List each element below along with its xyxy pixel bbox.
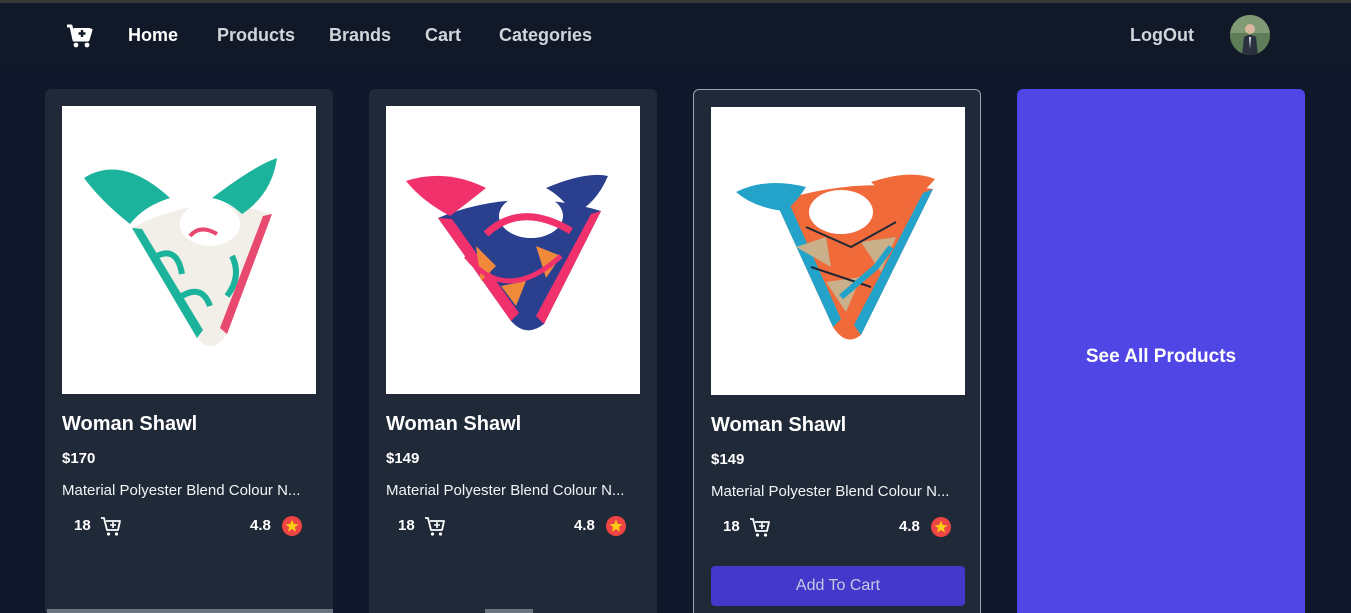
logout-link[interactable]: LogOut (1130, 25, 1194, 46)
product-count: 18 (723, 518, 740, 535)
scarf-image (84, 158, 277, 347)
product-title[interactable]: Woman Shawl (62, 413, 197, 436)
nav-link-home[interactable]: Home (128, 25, 178, 46)
product-rating: 4.8 (899, 518, 920, 535)
product-price: $149 (711, 451, 745, 468)
star-icon (606, 516, 626, 536)
cart-plus-icon[interactable] (66, 23, 94, 49)
nav-link-cart[interactable]: Cart (425, 25, 461, 46)
scarf-image (736, 174, 935, 340)
nav-link-brands[interactable]: Brands (329, 25, 391, 46)
scrollbar-thumb[interactable] (485, 609, 533, 613)
product-card[interactable]: Woman Shawl $149 Material Polyester Blen… (369, 89, 657, 613)
product-title[interactable]: Woman Shawl (386, 413, 521, 436)
product-card[interactable]: Woman Shawl $170 Material Polyester Blen… (45, 89, 333, 613)
cart-icon[interactable] (100, 515, 122, 537)
product-rating: 4.8 (574, 517, 595, 534)
see-all-products-label: See All Products (1085, 346, 1237, 367)
product-image[interactable] (62, 106, 316, 394)
product-description: Material Polyester Blend Colour N... (711, 483, 950, 500)
product-count: 18 (398, 517, 415, 534)
star-icon (931, 517, 951, 537)
horizontal-scrollbar[interactable] (47, 609, 333, 613)
product-card[interactable]: Woman Shawl $149 Material Polyester Blen… (693, 89, 981, 613)
product-description: Material Polyester Blend Colour N... (62, 482, 301, 499)
product-image[interactable] (386, 106, 640, 394)
star-icon (282, 516, 302, 536)
product-rating: 4.8 (250, 517, 271, 534)
navbar: Home Products Brands Cart Categories Log… (0, 3, 1351, 67)
product-image[interactable] (711, 107, 965, 395)
product-price: $170 (62, 450, 96, 467)
cart-icon[interactable] (424, 515, 446, 537)
nav-link-categories[interactable]: Categories (499, 25, 592, 46)
avatar-image (1230, 15, 1270, 55)
product-description: Material Polyester Blend Colour N... (386, 482, 625, 499)
see-all-products-button[interactable]: See All Products (1017, 89, 1305, 613)
cart-icon[interactable] (749, 516, 771, 538)
nav-link-products[interactable]: Products (217, 25, 295, 46)
product-count: 18 (74, 517, 91, 534)
add-to-cart-button[interactable]: Add To Cart (711, 566, 965, 606)
product-price: $149 (386, 450, 420, 467)
scarf-image (406, 174, 608, 331)
product-title[interactable]: Woman Shawl (711, 414, 846, 437)
user-avatar[interactable] (1230, 15, 1270, 55)
